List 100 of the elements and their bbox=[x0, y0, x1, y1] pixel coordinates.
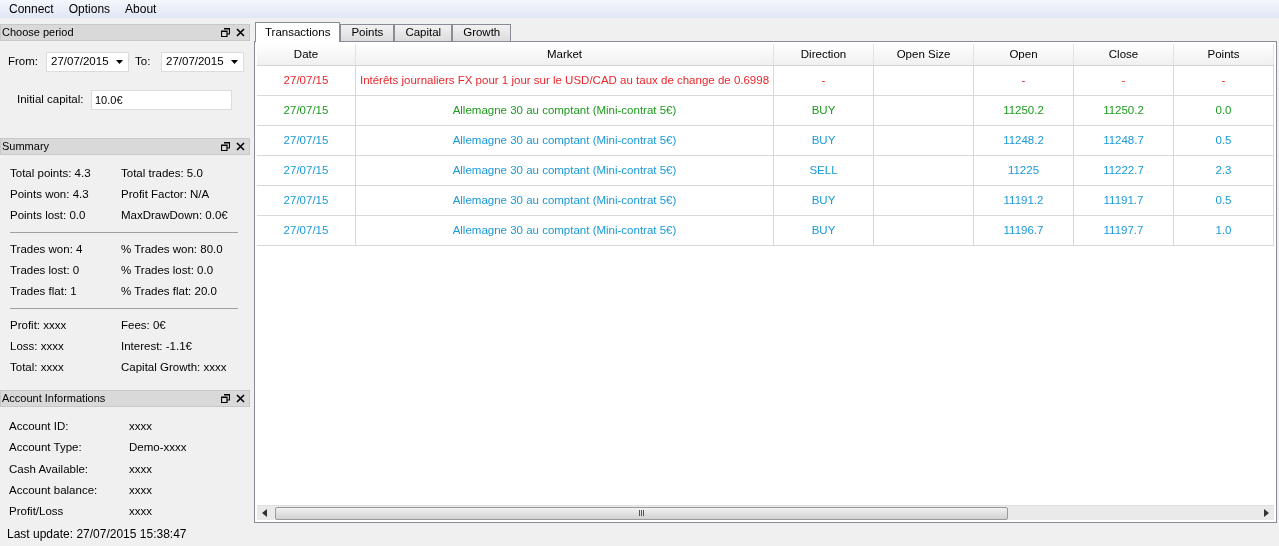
date-dropdown[interactable]: 27/07/2015 bbox=[161, 52, 244, 72]
stat-label: Total points: 4.3 bbox=[10, 165, 92, 181]
grip-icon bbox=[638, 510, 645, 516]
column-header[interactable]: Open Size bbox=[874, 44, 974, 65]
account-value: Demo-xxxx bbox=[129, 440, 187, 456]
stat-label: Trades won: 4 bbox=[10, 241, 84, 257]
table-cell: 11191.7 bbox=[1074, 186, 1174, 215]
table-cell: SELL bbox=[774, 156, 874, 185]
tab[interactable]: Transactions bbox=[255, 22, 341, 42]
stat-label: Trades flat: 1 bbox=[10, 283, 78, 299]
account-label: Cash Available: bbox=[9, 461, 90, 477]
table-cell: 11191.2 bbox=[974, 186, 1074, 215]
stat-label: % Trades flat: 20.0 bbox=[121, 283, 217, 299]
panel-title: Summary bbox=[2, 139, 51, 155]
table-cell: 11196.7 bbox=[974, 216, 1074, 245]
column-header[interactable]: Open bbox=[974, 44, 1074, 65]
table-cell: Allemagne 30 au comptant (Mini-contrat 5€) bbox=[356, 216, 774, 245]
stat-label: Points lost: 0.0 bbox=[10, 207, 87, 223]
horizontal-scrollbar[interactable] bbox=[257, 505, 1274, 520]
stat-label: Profit: xxxx bbox=[10, 317, 68, 333]
account-label: Account balance: bbox=[9, 482, 99, 498]
caret-icon bbox=[231, 60, 238, 64]
table-cell: BUY bbox=[774, 96, 874, 125]
tab[interactable]: Points bbox=[340, 24, 395, 41]
table-cell: 27/07/15 bbox=[257, 126, 356, 155]
table-cell: 27/07/15 bbox=[257, 66, 356, 95]
column-header[interactable]: Close bbox=[1074, 44, 1174, 65]
table-cell: 0.5 bbox=[1174, 186, 1274, 215]
stat-label: Capital Growth: xxxx bbox=[121, 359, 227, 375]
float-icon[interactable] bbox=[221, 142, 230, 151]
menu-item[interactable]: Connect bbox=[9, 0, 54, 18]
account-value: xxxx bbox=[129, 482, 152, 498]
table-cell: 0.5 bbox=[1174, 126, 1274, 155]
table-cell: BUY bbox=[774, 126, 874, 155]
field-label: From: bbox=[8, 54, 40, 70]
table-cell: 27/07/15 bbox=[257, 186, 356, 215]
stat-label: Fees: 0€ bbox=[121, 317, 166, 333]
column-header[interactable]: Date bbox=[257, 44, 356, 65]
table-cell: 2.3 bbox=[1174, 156, 1274, 185]
table-cell: - bbox=[1174, 66, 1274, 95]
table-cell: - bbox=[974, 66, 1074, 95]
table-cell: Allemagne 30 au comptant (Mini-contrat 5€) bbox=[356, 186, 774, 215]
account-value: xxxx bbox=[129, 504, 152, 520]
scroll-right-icon[interactable] bbox=[1264, 509, 1269, 517]
stat-label: Points won: 4.3 bbox=[10, 186, 90, 202]
column-header[interactable]: Points bbox=[1174, 44, 1274, 65]
scroll-left-icon[interactable] bbox=[262, 509, 267, 517]
table-cell: 11225 bbox=[974, 156, 1074, 185]
account-label: Account Type: bbox=[9, 440, 83, 456]
stat-label: Loss: xxxx bbox=[10, 338, 65, 354]
float-icon[interactable] bbox=[221, 394, 230, 403]
table-cell: 11222.7 bbox=[1074, 156, 1174, 185]
table-cell: 0.0 bbox=[1174, 96, 1274, 125]
account-value: xxxx bbox=[129, 461, 152, 477]
column-header[interactable]: Market bbox=[356, 44, 774, 65]
table-cell: 1.0 bbox=[1174, 216, 1274, 245]
table-cell: Allemagne 30 au comptant (Mini-contrat 5€) bbox=[356, 126, 774, 155]
table-cell: - bbox=[1074, 66, 1174, 95]
stat-label: Trades lost: 0 bbox=[10, 262, 81, 278]
panel-title: Choose period bbox=[2, 25, 75, 41]
float-icon[interactable] bbox=[221, 28, 230, 37]
table-cell: - bbox=[774, 66, 874, 95]
table-cell: 11250.2 bbox=[1074, 96, 1174, 125]
account-value: xxxx bbox=[129, 419, 152, 434]
status-text: Last update: 27/07/2015 15:38:47 bbox=[6, 526, 188, 543]
stat-label: % Trades won: 80.0 bbox=[121, 241, 223, 257]
table-cell: 27/07/15 bbox=[257, 216, 356, 245]
panel-title: Account Informations bbox=[2, 391, 107, 407]
table-cell: 11248.7 bbox=[1074, 126, 1174, 155]
account-label: Account ID: bbox=[9, 419, 70, 434]
column-header[interactable]: Direction bbox=[774, 44, 874, 65]
scrollbar-thumb[interactable] bbox=[275, 506, 1008, 520]
field-label: To: bbox=[135, 54, 152, 70]
table-cell: Allemagne 30 au comptant (Mini-contrat 5€) bbox=[356, 156, 774, 185]
close-icon[interactable] bbox=[236, 394, 245, 403]
stat-label: MaxDrawDown: 0.0€ bbox=[121, 207, 228, 223]
table-cell: 11248.2 bbox=[974, 126, 1074, 155]
table-cell: 11197.7 bbox=[1074, 216, 1174, 245]
field-label: Initial capital: bbox=[17, 92, 85, 108]
tab[interactable]: Capital bbox=[394, 24, 453, 41]
stat-label: Total trades: 5.0 bbox=[121, 165, 203, 181]
caret-icon bbox=[116, 60, 123, 64]
table-cell: Allemagne 30 au comptant (Mini-contrat 5€) bbox=[356, 96, 774, 125]
close-icon[interactable] bbox=[236, 28, 245, 37]
capital-input[interactable]: 10.0€ bbox=[91, 90, 232, 110]
menu-item[interactable]: Options bbox=[68, 0, 111, 18]
date-dropdown[interactable]: 27/07/2015 bbox=[46, 52, 129, 72]
table-cell: BUY bbox=[774, 186, 874, 215]
table-cell: BUY bbox=[774, 216, 874, 245]
close-icon[interactable] bbox=[236, 142, 245, 151]
tab[interactable]: Growth bbox=[452, 24, 512, 41]
account-label: Profit/Loss bbox=[9, 504, 65, 520]
table-cell: 27/07/15 bbox=[257, 156, 356, 185]
stat-label: Total: xxxx bbox=[10, 359, 65, 375]
stat-label: Profit Factor: N/A bbox=[121, 186, 210, 202]
table-cell: 11250.2 bbox=[974, 96, 1074, 125]
table-cell: 27/07/15 bbox=[257, 96, 356, 125]
table-cell: Intérêts journaliers FX pour 1 jour sur le USD/CAD au taux de change de 0.6998 bbox=[356, 66, 774, 95]
menu-item[interactable]: About bbox=[125, 0, 157, 18]
stat-label: % Trades lost: 0.0 bbox=[121, 262, 214, 278]
